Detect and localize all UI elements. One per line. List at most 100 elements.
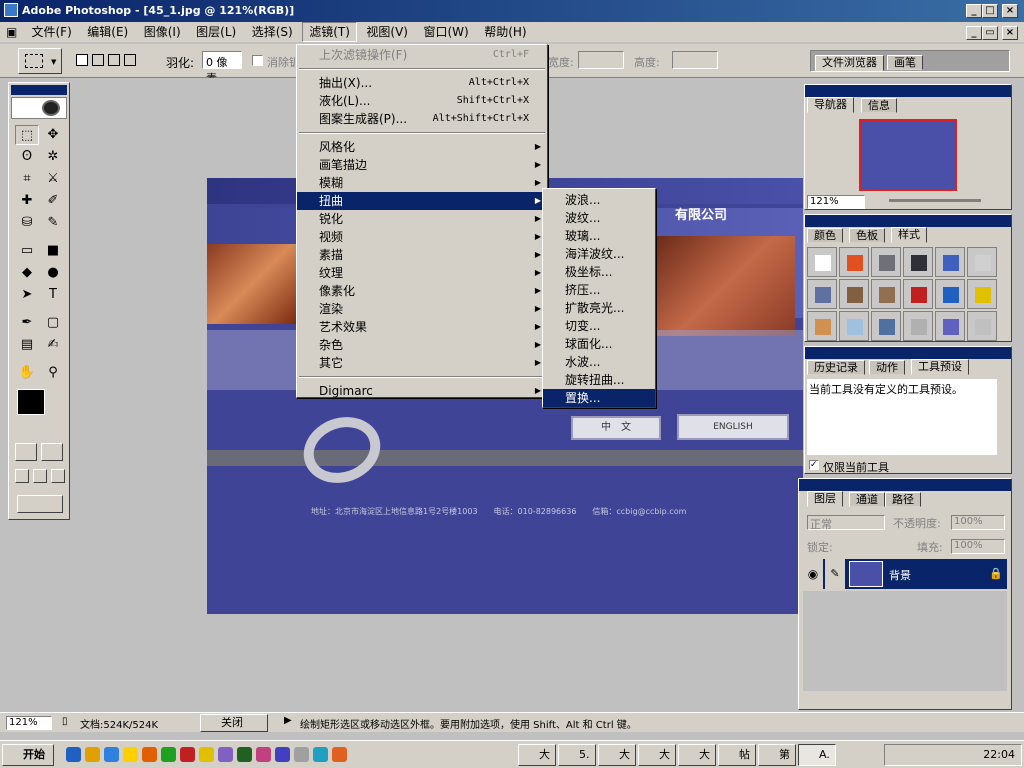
filter-menu-item[interactable]: 像素化 ▶ bbox=[297, 282, 547, 300]
slice-tool-icon[interactable]: ⚔ bbox=[41, 169, 65, 189]
tab-paths[interactable]: 路径 bbox=[885, 492, 921, 507]
distort-menu-item[interactable]: 波浪... bbox=[543, 191, 655, 209]
tab-color[interactable]: 颜色 bbox=[807, 228, 843, 243]
menu-help[interactable]: 帮助(H) bbox=[478, 22, 532, 42]
quicklaunch-icon[interactable] bbox=[199, 747, 214, 762]
filter-menu-item[interactable]: 纹理 ▶ bbox=[297, 264, 547, 282]
stamp-tool-icon[interactable]: ⛁ bbox=[15, 213, 39, 233]
tab-swatches[interactable]: 色板 bbox=[849, 228, 885, 243]
quicklaunch-icon[interactable] bbox=[256, 747, 271, 762]
minimize-button[interactable]: _ bbox=[966, 4, 982, 18]
doc-close-button[interactable]: × bbox=[1002, 26, 1018, 40]
quicklaunch-icon[interactable] bbox=[332, 747, 347, 762]
filter-menu-item[interactable]: 上次滤镜操作(F) Ctrl+F bbox=[297, 46, 547, 64]
quicklaunch-icon[interactable] bbox=[142, 747, 157, 762]
foreground-color-swatch[interactable] bbox=[17, 389, 45, 415]
screen-mode-full-icon[interactable] bbox=[51, 469, 65, 483]
eyedropper-tool-icon[interactable]: ✍ bbox=[41, 335, 65, 355]
start-button[interactable]: 开始 bbox=[2, 744, 54, 766]
style-swatch[interactable] bbox=[871, 279, 901, 309]
filter-menu-item[interactable]: 其它 ▶ bbox=[297, 354, 547, 372]
distort-menu-item[interactable]: 挤压... bbox=[543, 281, 655, 299]
opacity-input[interactable]: 100% bbox=[951, 515, 1005, 530]
distort-menu-item[interactable]: 扩散亮光... bbox=[543, 299, 655, 317]
intersect-selection-icon[interactable] bbox=[124, 54, 136, 66]
distort-menu-item[interactable]: 玻璃... bbox=[543, 227, 655, 245]
doc-icon[interactable]: ▣ bbox=[0, 22, 22, 42]
taskbar-window-button[interactable]: 5. bbox=[558, 744, 596, 766]
quicklaunch-icon[interactable] bbox=[85, 747, 100, 762]
tab-info[interactable]: 信息 bbox=[861, 98, 897, 113]
menu-file[interactable]: 文件(F) bbox=[26, 22, 78, 42]
distort-menu-item[interactable]: 海洋波纹... bbox=[543, 245, 655, 263]
zoom-tool-icon[interactable]: ⚲ bbox=[41, 363, 65, 383]
photoshop-app-icon[interactable] bbox=[4, 3, 18, 17]
filter-menu-item[interactable]: 扭曲 ▶ bbox=[297, 192, 547, 210]
filter-menu-item[interactable]: 模糊 ▶ bbox=[297, 174, 547, 192]
style-swatch[interactable] bbox=[967, 279, 997, 309]
style-swatch[interactable] bbox=[807, 279, 837, 309]
add-selection-icon[interactable] bbox=[92, 54, 104, 66]
tab-layers[interactable]: 图层 bbox=[807, 491, 843, 507]
notes-tool-icon[interactable]: ▤ bbox=[15, 335, 39, 355]
filter-menu-item[interactable]: Digimarc ▶ bbox=[297, 382, 547, 400]
style-swatch[interactable] bbox=[839, 247, 869, 277]
menu-edit[interactable]: 编辑(E) bbox=[81, 22, 134, 42]
style-swatch[interactable] bbox=[871, 311, 901, 341]
status-zoom[interactable]: 121% bbox=[6, 716, 52, 730]
taskbar-window-button[interactable]: 大 bbox=[638, 744, 676, 766]
tab-actions[interactable]: 动作 bbox=[869, 360, 905, 375]
brush-link-icon[interactable]: ✎ bbox=[825, 559, 845, 589]
tool-preset-picker[interactable]: ▼ bbox=[18, 48, 62, 74]
move-tool-icon[interactable]: ✥ bbox=[41, 125, 65, 145]
antialias-checkbox[interactable] bbox=[252, 55, 263, 66]
doc-restore-button[interactable]: ▭ bbox=[982, 26, 998, 40]
filter-menu-item[interactable]: 素描 ▶ bbox=[297, 246, 547, 264]
height-input[interactable] bbox=[672, 51, 718, 69]
tab-history[interactable]: 历史记录 bbox=[807, 360, 865, 375]
taskbar-window-button[interactable]: 第 bbox=[758, 744, 796, 766]
quicklaunch-icon[interactable] bbox=[66, 747, 81, 762]
navigator-zoom-input[interactable]: 121% bbox=[807, 195, 865, 209]
style-swatch[interactable] bbox=[871, 247, 901, 277]
tab-file-browser[interactable]: 文件浏览器 bbox=[815, 55, 884, 71]
style-swatch[interactable] bbox=[903, 247, 933, 277]
distort-menu-item[interactable]: 旋转扭曲... bbox=[543, 371, 655, 389]
healing-tool-icon[interactable]: ✚ bbox=[15, 191, 39, 211]
crop-tool-icon[interactable]: ⌗ bbox=[15, 169, 39, 189]
style-swatch[interactable] bbox=[935, 311, 965, 341]
taskbar-window-button[interactable]: 帖 bbox=[718, 744, 756, 766]
filter-menu-item[interactable]: 视频 ▶ bbox=[297, 228, 547, 246]
filter-menu-item[interactable]: 艺术效果 ▶ bbox=[297, 318, 547, 336]
style-swatch[interactable] bbox=[935, 279, 965, 309]
subtract-selection-icon[interactable] bbox=[108, 54, 120, 66]
menu-image[interactable]: 图像(I) bbox=[138, 22, 187, 42]
width-input[interactable] bbox=[578, 51, 624, 69]
quicklaunch-icon[interactable] bbox=[161, 747, 176, 762]
magic-wand-tool-icon[interactable]: ✲ bbox=[41, 147, 65, 167]
style-swatch[interactable] bbox=[935, 247, 965, 277]
pen-tool-icon[interactable]: ✒ bbox=[15, 313, 39, 333]
filter-menu-item[interactable]: 锐化 ▶ bbox=[297, 210, 547, 228]
quicklaunch-icon[interactable] bbox=[275, 747, 290, 762]
layer-row-background[interactable]: ◉ ✎ 背景 🔒 bbox=[803, 559, 1007, 589]
zoom-slider[interactable] bbox=[889, 199, 981, 202]
menu-layer[interactable]: 图层(L) bbox=[190, 22, 242, 42]
new-selection-icon[interactable] bbox=[76, 54, 88, 66]
distort-menu-item[interactable]: 极坐标... bbox=[543, 263, 655, 281]
distort-menu-item[interactable]: 波纹... bbox=[543, 209, 655, 227]
menu-filter[interactable]: 滤镜(T) bbox=[302, 22, 357, 42]
quicklaunch-icon[interactable] bbox=[294, 747, 309, 762]
navigator-thumbnail[interactable] bbox=[859, 119, 957, 191]
maximize-button[interactable]: □ bbox=[982, 4, 998, 18]
hand-tool-icon[interactable]: ✋ bbox=[15, 363, 39, 383]
taskbar-window-button[interactable]: A. bbox=[798, 744, 836, 766]
type-tool-icon[interactable]: T bbox=[41, 285, 65, 305]
taskbar-window-button[interactable]: 大 bbox=[678, 744, 716, 766]
path-select-tool-icon[interactable]: ➤ bbox=[15, 285, 39, 305]
jump-to-imageready-button[interactable] bbox=[17, 495, 63, 513]
style-swatch[interactable] bbox=[839, 279, 869, 309]
dodge-tool-icon[interactable]: ● bbox=[41, 263, 65, 283]
style-swatch[interactable] bbox=[807, 247, 837, 277]
filter-menu-item[interactable]: 渲染 ▶ bbox=[297, 300, 547, 318]
